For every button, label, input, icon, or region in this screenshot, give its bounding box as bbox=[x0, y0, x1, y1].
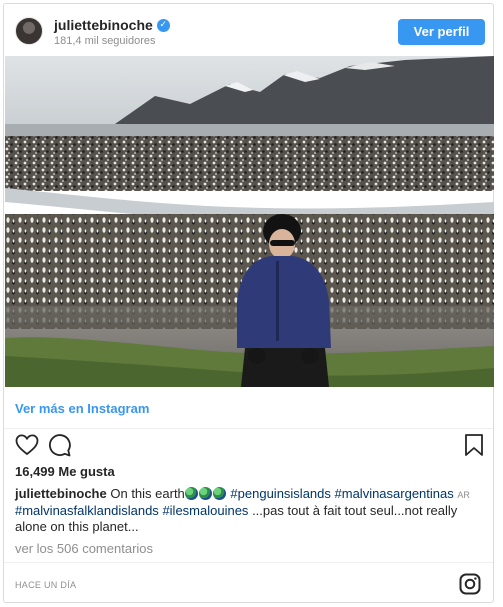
hashtag-link[interactable]: #malvinasfalklandislands bbox=[15, 503, 159, 518]
view-profile-button[interactable]: Ver perfil bbox=[398, 19, 485, 45]
view-more-on-instagram[interactable]: Ver más en Instagram bbox=[4, 387, 493, 429]
like-count[interactable]: 16,499 Me gusta bbox=[15, 464, 115, 479]
globe-emoji-icon bbox=[198, 487, 212, 500]
flag-badge: AR bbox=[457, 490, 470, 500]
caption-text-start: On this earth bbox=[110, 486, 185, 501]
caption-username[interactable]: juliettebinoche bbox=[15, 486, 107, 501]
comment-icon[interactable] bbox=[46, 432, 72, 458]
post-footer: HACE UN DÍA bbox=[4, 562, 493, 604]
hashtag-link[interactable]: #malvinasargentinas bbox=[335, 486, 454, 501]
post-photo[interactable] bbox=[5, 56, 494, 387]
globe-emoji-icon bbox=[212, 487, 226, 500]
view-more-link[interactable]: Ver más en Instagram bbox=[15, 401, 149, 416]
hashtag-link[interactable]: #penguinsislands bbox=[230, 486, 330, 501]
avatar[interactable] bbox=[15, 17, 43, 45]
view-comments-link[interactable]: ver los 506 comentarios bbox=[15, 541, 153, 556]
instagram-embed-card: juliettebinoche ✓ 181,4 mil seguidores V… bbox=[3, 3, 494, 603]
username[interactable]: juliettebinoche bbox=[54, 17, 153, 33]
timestamp[interactable]: HACE UN DÍA bbox=[15, 580, 76, 590]
post-header: juliettebinoche ✓ 181,4 mil seguidores V… bbox=[4, 4, 493, 56]
post-caption: juliettebinoche On this earth #penguinsi… bbox=[15, 486, 485, 535]
instagram-logo-icon[interactable] bbox=[459, 573, 481, 595]
globe-emoji-icon bbox=[184, 487, 198, 500]
bookmark-icon[interactable] bbox=[461, 432, 487, 458]
follower-count: 181,4 mil seguidores bbox=[54, 35, 156, 47]
action-bar bbox=[4, 432, 493, 462]
heart-icon[interactable] bbox=[14, 432, 40, 458]
penguin-colony-photo bbox=[5, 56, 494, 387]
hashtag-link[interactable]: #ilesmalouines bbox=[162, 503, 248, 518]
username-row: juliettebinoche ✓ bbox=[54, 17, 170, 33]
verified-badge-icon: ✓ bbox=[156, 18, 170, 32]
